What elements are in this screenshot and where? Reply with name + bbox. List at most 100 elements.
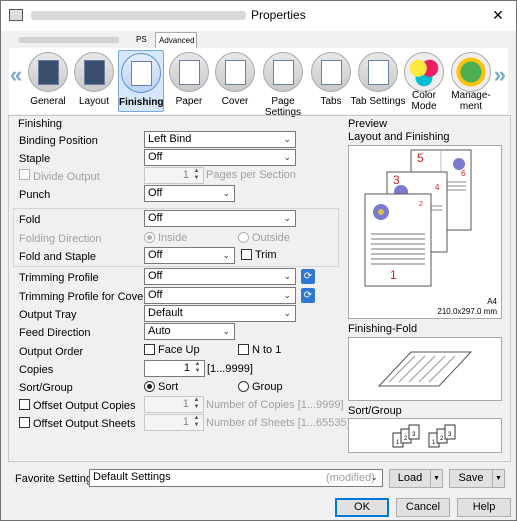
fold-diagram-icon	[377, 351, 473, 387]
trimming-profile-cover-label: Trimming Profile for Cover	[19, 291, 147, 303]
fold-label: Fold	[19, 214, 41, 226]
finishing-section-title: Finishing	[18, 118, 63, 130]
page-number: 2	[419, 201, 423, 208]
tabs-icon	[311, 52, 351, 92]
layout-finishing-title: Layout and Finishing	[348, 131, 450, 143]
close-button[interactable]: ✕	[488, 5, 508, 25]
chevron-down-icon: ⌄	[283, 308, 291, 318]
offset-output-copies-checkbox[interactable]	[19, 399, 30, 410]
tab-tab-settings[interactable]: Tab Settings	[350, 50, 406, 112]
punch-select[interactable]: Off ⌄	[144, 185, 235, 202]
chevron-down-icon: ⌄	[222, 326, 230, 336]
sort-group-preview-title: Sort/Group	[348, 405, 402, 417]
tab-settings-icon	[358, 52, 398, 92]
divide-output-spinner[interactable]: 1 ▲ ▼	[144, 167, 204, 184]
help-button[interactable]: Help	[457, 498, 511, 517]
sort-stack-icon: 1 2 3 1 2 3	[392, 424, 456, 448]
sort-group-label: Sort/Group	[19, 382, 73, 394]
sort-group-preview: 1 2 3 1 2 3	[348, 418, 502, 453]
fold-and-staple-label: Fold and Staple	[19, 251, 97, 263]
inside-radio[interactable]	[144, 232, 155, 243]
spinner-arrows-icon[interactable]: ▲ ▼	[191, 397, 202, 412]
staple-select[interactable]: Off ⌄	[144, 149, 296, 166]
properties-dialog: Properties ✕ PS Advanced « General Layou…	[0, 0, 517, 521]
tab-page-settings[interactable]: Page Settings	[254, 50, 312, 118]
offset-sheets-spinner[interactable]: 1 ▲ ▼	[144, 414, 204, 431]
tab-printer-redacted[interactable]	[15, 32, 133, 48]
color-mode-icon	[404, 52, 444, 92]
n-to-1-checkbox[interactable]	[238, 344, 249, 355]
dropdown-arrow-icon[interactable]: ▼	[430, 470, 442, 487]
trimming-profile-cover-select[interactable]: Off ⌄	[144, 287, 296, 304]
binding-position-select[interactable]: Left Bind ⌄	[144, 131, 296, 148]
fold-and-staple-select[interactable]: Off ⌄	[144, 247, 235, 264]
printer-name-redacted	[31, 11, 246, 20]
face-up-label: Face Up	[158, 344, 200, 356]
tab-paper[interactable]: Paper	[168, 50, 210, 112]
chevron-down-icon: ⌄	[283, 271, 291, 281]
divide-output-checkbox[interactable]	[19, 169, 30, 180]
number-of-copies-label: Number of Copies [1...9999]	[206, 399, 344, 411]
refresh-icon[interactable]: ⟳	[301, 269, 315, 284]
paper-dimensions: 210.0x297.0 mm	[437, 307, 497, 316]
binding-position-label: Binding Position	[19, 135, 98, 147]
tab-tabs[interactable]: Tabs	[311, 50, 351, 112]
trimming-profile-select[interactable]: Off ⌄	[144, 268, 296, 285]
scroll-left-icon[interactable]: «	[10, 62, 22, 88]
sort-radio[interactable]	[144, 381, 155, 392]
favorite-setting-label: Favorite Setting	[15, 473, 93, 485]
general-icon	[28, 52, 68, 92]
cover-icon	[215, 52, 255, 92]
n-to-1-label: N to 1	[252, 344, 282, 356]
window-title: Properties	[251, 8, 306, 22]
tab-cover[interactable]: Cover	[214, 50, 256, 112]
sort-label: Sort	[158, 381, 179, 393]
output-order-label: Output Order	[19, 346, 84, 358]
tab-management[interactable]: Manage- ment	[449, 50, 493, 112]
management-icon	[451, 52, 491, 92]
tab-advanced[interactable]: Advanced	[155, 32, 197, 48]
layout-preview: 5 6 3 4 1 2 A4 210.0x297.0 mm	[348, 145, 502, 319]
tab-ps[interactable]: PS	[133, 32, 153, 48]
finishing-fold-title: Finishing-Fold	[348, 323, 418, 335]
spinner-arrows-icon[interactable]: ▲ ▼	[192, 361, 203, 376]
dropdown-arrow-icon[interactable]: ▼	[492, 470, 504, 487]
modified-indicator: (modified)	[326, 472, 375, 484]
feed-direction-select[interactable]: Auto ⌄	[144, 323, 235, 340]
number-of-sheets-label: Number of Sheets [1...65535]	[206, 417, 350, 429]
offset-output-sheets-label: Offset Output Sheets	[33, 418, 136, 430]
tab-general[interactable]: General	[27, 50, 69, 112]
group-radio[interactable]	[238, 381, 249, 392]
load-button[interactable]: Load ▼	[389, 469, 443, 488]
ok-button[interactable]: OK	[335, 498, 389, 517]
page-number: 1	[390, 268, 397, 282]
tab-layout[interactable]: Layout	[73, 50, 115, 112]
tab-finishing[interactable]: Finishing	[118, 50, 164, 112]
face-up-checkbox[interactable]	[144, 344, 155, 355]
outside-radio[interactable]	[238, 232, 249, 243]
spinner-arrows-icon[interactable]: ▲ ▼	[191, 168, 202, 183]
scroll-right-icon[interactable]: »	[494, 62, 506, 88]
chevron-down-icon: ⌄	[283, 134, 291, 144]
copies-spinner[interactable]: 1 ▲ ▼	[144, 360, 205, 377]
page-number: 4	[435, 183, 440, 192]
refresh-icon[interactable]: ⟳	[301, 288, 315, 303]
staple-label: Staple	[19, 153, 51, 165]
chevron-down-icon: ⌄	[222, 188, 230, 198]
tab-color-mode[interactable]: Color Mode	[403, 50, 445, 112]
paper-size: A4	[487, 297, 497, 306]
output-tray-select[interactable]: Default ⌄	[144, 305, 296, 322]
chevron-down-icon: ⌄	[283, 213, 291, 223]
pages-per-section-label: Pages per Section	[206, 169, 296, 181]
preview-section-title: Preview	[348, 118, 388, 130]
save-button[interactable]: Save ▼	[449, 469, 505, 488]
favorite-setting-select[interactable]: Default Settings (modified) ⌄	[89, 469, 383, 487]
spinner-arrows-icon[interactable]: ▲ ▼	[191, 415, 202, 430]
offset-output-sheets-checkbox[interactable]	[19, 417, 30, 428]
cancel-button[interactable]: Cancel	[396, 498, 450, 517]
group-label: Group	[252, 381, 283, 393]
trim-label: Trim	[255, 249, 277, 261]
trim-checkbox[interactable]	[241, 249, 252, 260]
fold-select[interactable]: Off ⌄	[144, 210, 296, 227]
offset-copies-spinner[interactable]: 1 ▲ ▼	[144, 396, 204, 413]
